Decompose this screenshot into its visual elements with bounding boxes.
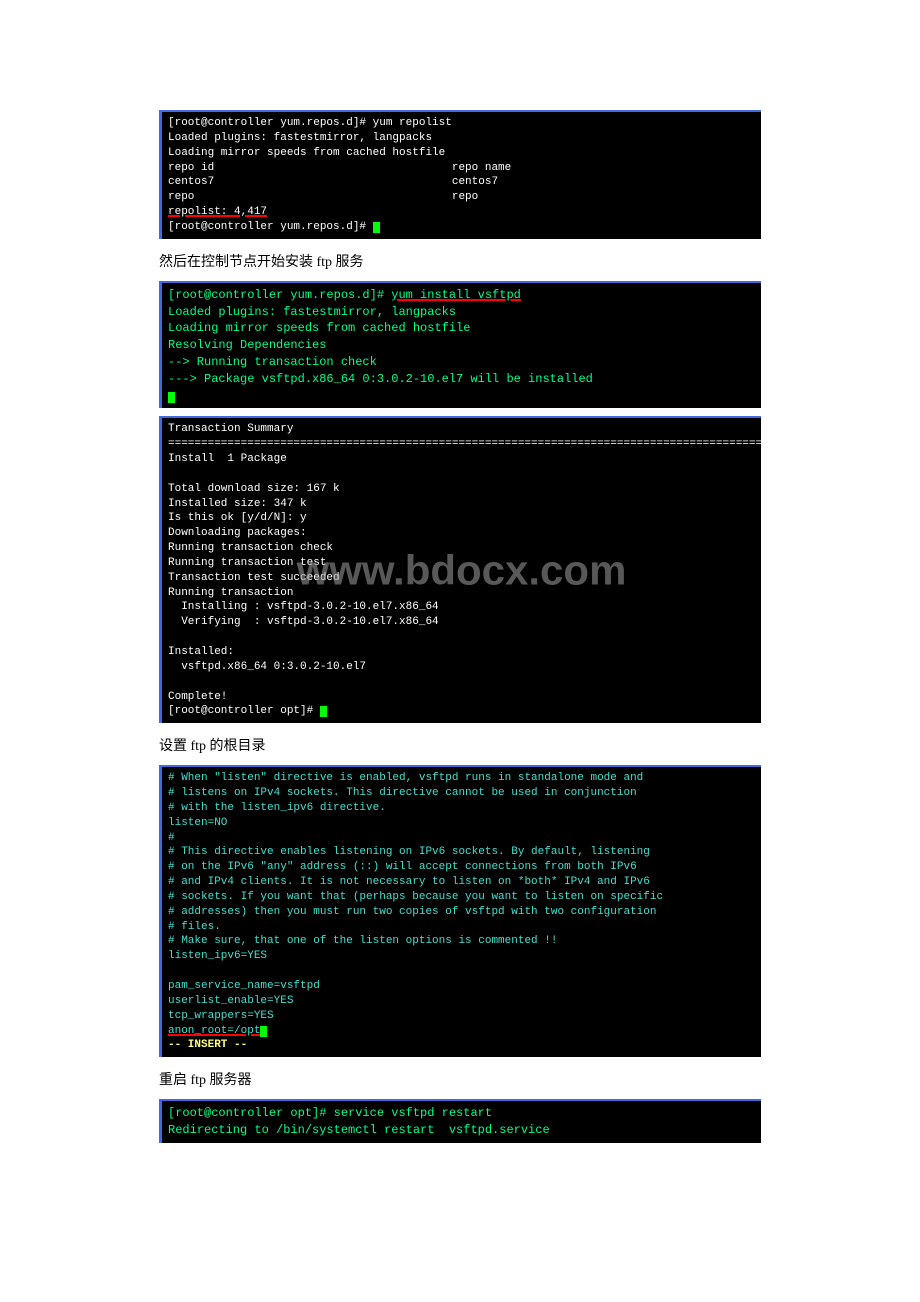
terminal-block-transaction: Transaction Summary ====================… — [159, 416, 761, 723]
terminal-line: [root@controller opt]# service vsftpd re… — [168, 1106, 492, 1120]
terminal-line: # This directive enables listening on IP… — [168, 846, 650, 858]
narration-text: 重启 ftp 服务器 — [159, 1069, 761, 1089]
insert-mode-indicator: -- INSERT -- — [168, 1039, 247, 1051]
terminal-line: Resolving Dependencies — [168, 338, 326, 352]
terminal-line: # addresses) then you must run two copie… — [168, 906, 656, 918]
terminal-block-restart: [root@controller opt]# service vsftpd re… — [159, 1099, 761, 1143]
terminal-line: ========================================… — [168, 438, 761, 450]
terminal-line: # with the listen_ipv6 directive. — [168, 802, 386, 814]
terminal-line: repo repo 694 — [168, 191, 761, 203]
terminal-line: Loading mirror speeds from cached hostfi… — [168, 147, 445, 159]
document-page: [root@controller yum.repos.d]# yum repol… — [0, 0, 920, 1191]
cursor-icon — [260, 1026, 267, 1037]
terminal-block-repolist: [root@controller yum.repos.d]# yum repol… — [159, 110, 761, 239]
terminal-line: # and IPv4 clients. It is not necessary … — [168, 876, 650, 888]
terminal-line: Installed size: 347 k — [168, 498, 307, 510]
cursor-icon — [373, 222, 380, 233]
terminal-line: listen_ipv6=YES — [168, 950, 267, 962]
terminal-line: Verifying : vsftpd-3.0.2-10.el7.x86_64 1… — [168, 616, 761, 628]
terminal-line: Loaded plugins: fastestmirror, langpacks — [168, 132, 432, 144]
terminal-line: # — [168, 832, 175, 844]
terminal-line: anon_root=/opt — [168, 1025, 260, 1037]
terminal-line: Install 1 Package — [168, 453, 287, 465]
cursor-icon — [320, 706, 327, 717]
terminal-line: [root@controller yum.repos.d]# — [168, 221, 373, 233]
terminal-line: tcp_wrappers=YES — [168, 1010, 274, 1022]
terminal-line: Installing : vsftpd-3.0.2-10.el7.x86_64 … — [168, 601, 761, 613]
terminal-line: Installed: — [168, 646, 234, 658]
watermark-text: www.bdocx.com — [297, 542, 627, 599]
terminal-block-config: # When "listen" directive is enabled, vs… — [159, 765, 761, 1057]
terminal-line: Loading mirror speeds from cached hostfi… — [168, 321, 470, 335]
terminal-line: centos7 centos7 3,723 — [168, 176, 761, 188]
terminal-line: [root@controller yum.repos.d]# yum insta… — [168, 288, 521, 302]
terminal-line: [root@controller yum.repos.d]# yum repol… — [168, 117, 452, 129]
terminal-line: Transaction test succeeded — [168, 572, 340, 584]
terminal-line: pam_service_name=vsftpd — [168, 980, 320, 992]
terminal-line: # on the IPv6 "any" address (::) will ac… — [168, 861, 637, 873]
terminal-line: Complete! — [168, 691, 227, 703]
terminal-line: Transaction Summary — [168, 423, 293, 435]
terminal-line: [root@controller opt]# — [168, 705, 320, 717]
terminal-line: # When "listen" directive is enabled, vs… — [168, 772, 643, 784]
terminal-line: listen=NO — [168, 817, 227, 829]
terminal-block-install: [root@controller yum.repos.d]# yum insta… — [159, 281, 761, 409]
cursor-icon — [168, 392, 175, 403]
terminal-line: Loaded plugins: fastestmirror, langpacks — [168, 305, 456, 319]
terminal-line: ---> Package vsftpd.x86_64 0:3.0.2-10.el… — [168, 372, 593, 386]
terminal-line: Running transaction check — [168, 542, 333, 554]
terminal-line: Downloading packages: — [168, 527, 307, 539]
terminal-line: userlist_enable=YES — [168, 995, 293, 1007]
terminal-line: Is this ok [y/d/N]: y — [168, 512, 307, 524]
terminal-line: # listens on IPv4 sockets. This directiv… — [168, 787, 637, 799]
terminal-line: --> Running transaction check — [168, 355, 377, 369]
terminal-line: # sockets. If you want that (perhaps bec… — [168, 891, 663, 903]
terminal-line: repo id repo name status — [168, 162, 761, 174]
terminal-line: Running transaction — [168, 587, 293, 599]
terminal-line: # files. — [168, 921, 221, 933]
terminal-line: vsftpd.x86_64 0:3.0.2-10.el7 — [168, 661, 366, 673]
terminal-line: repolist: 4,417 — [168, 206, 267, 218]
terminal-line: Running transaction test — [168, 557, 326, 569]
terminal-line: Total download size: 167 k — [168, 483, 340, 495]
terminal-line: # Make sure, that one of the listen opti… — [168, 935, 557, 947]
terminal-line: Redirecting to /bin/systemctl restart vs… — [168, 1123, 550, 1137]
narration-text: 设置 ftp 的根目录 — [159, 735, 761, 755]
narration-text: 然后在控制节点开始安装 ftp 服务 — [159, 251, 761, 271]
